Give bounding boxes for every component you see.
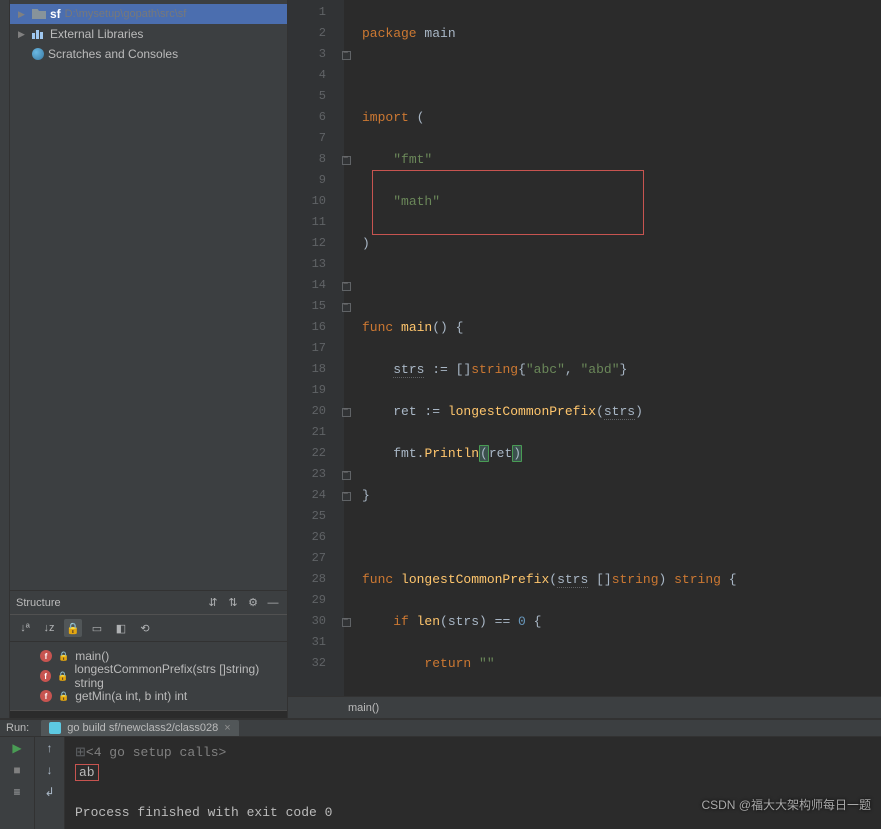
run-icon[interactable]: ▶ (12, 741, 21, 755)
structure-item-label: longestCommonPrefix(strs []string) strin… (75, 662, 280, 690)
lock-icon: 🔒 (58, 651, 69, 662)
scratches-icon (32, 48, 44, 60)
structure-header: Structure ⇵ ⇅ ⚙ — (10, 591, 287, 615)
sort-visibility-icon[interactable]: ↓z (40, 619, 58, 637)
lock-icon: 🔒 (57, 671, 68, 682)
structure-list: f 🔒 main() f 🔒 longestCommonPrefix(strs … (10, 642, 287, 710)
line-gutter[interactable]: 1 2 3 4 5 6 7 8 9 10 11 12 13 14 15 16 1 (288, 0, 344, 696)
run-side-toolbar: ▶ ■ ≡ (0, 737, 35, 829)
gear-icon[interactable]: ⚙ (245, 596, 261, 609)
show-methods-icon[interactable]: ◧ (112, 619, 130, 637)
function-badge-icon: f (40, 650, 52, 662)
left-tool-rail[interactable] (0, 0, 10, 718)
down-icon[interactable]: ↓ (47, 763, 53, 777)
run-tab-label: go build sf/newclass2/class028 (67, 722, 218, 734)
close-icon[interactable]: × (224, 722, 230, 734)
function-badge-icon: f (40, 690, 52, 702)
expand-icon[interactable]: ⇵ (205, 596, 221, 609)
sort-alpha-icon[interactable]: ↓ª (16, 619, 34, 637)
run-side-toolbar2: ↑ ↓ ↲ (35, 737, 65, 829)
collapse-icon[interactable]: ⇅ (225, 596, 241, 609)
run-label: Run: (6, 722, 29, 734)
breadcrumb-item[interactable]: main() (348, 702, 379, 714)
exit-message: Process finished with exit code 0 (75, 805, 332, 820)
lock-icon: 🔒 (58, 691, 69, 702)
tree-item-external-libs[interactable]: ▶ External Libraries (10, 24, 287, 44)
structure-toolbar: ↓ª ↓z 🔒 ▭ ◧ ⟲ (10, 615, 287, 642)
tree-item-scratches[interactable]: Scratches and Consoles (10, 44, 287, 64)
structure-item-label: getMin(a int, b int) int (75, 689, 187, 703)
library-icon (32, 30, 46, 39)
chevron-right-icon[interactable]: ▶ (18, 29, 28, 40)
function-badge-icon: f (40, 670, 51, 682)
wrap-icon[interactable]: ↲ (44, 785, 54, 799)
run-tab[interactable]: go build sf/newclass2/class028 × (41, 720, 238, 736)
project-tree: ▶ sf D:\mysetup\gopath\src\sf ▶ External… (10, 0, 287, 590)
lock-icon[interactable]: 🔒 (64, 619, 82, 637)
structure-item[interactable]: f 🔒 longestCommonPrefix(strs []string) s… (10, 666, 287, 686)
project-path: D:\mysetup\gopath\src\sf (65, 8, 187, 20)
structure-title: Structure (16, 597, 61, 609)
layout-icon[interactable]: ≡ (13, 785, 20, 799)
chevron-right-icon[interactable]: ▶ (18, 9, 28, 20)
project-sidebar: ▶ sf D:\mysetup\gopath\src\sf ▶ External… (10, 0, 288, 718)
breadcrumb-bar[interactable]: main() (288, 696, 881, 718)
stop-icon[interactable]: ■ (13, 763, 20, 777)
autoscroll-icon[interactable]: ⟲ (136, 619, 154, 637)
scrollbar[interactable] (10, 710, 287, 718)
scratches-label: Scratches and Consoles (48, 47, 178, 61)
run-tabs: Run: go build sf/newclass2/class028 × (0, 720, 881, 737)
structure-item-label: main() (75, 649, 109, 663)
output-highlight: ab (75, 764, 99, 781)
external-libs-label: External Libraries (50, 27, 143, 41)
tree-item-project-root[interactable]: ▶ sf D:\mysetup\gopath\src\sf (10, 4, 287, 24)
watermark: CSDN @福大大架构师每日一题 (701, 796, 871, 813)
highlight-box (372, 170, 644, 235)
folder-icon (32, 9, 46, 19)
project-name: sf (50, 7, 61, 21)
go-icon (49, 722, 61, 734)
minimize-icon[interactable]: — (265, 597, 281, 609)
up-icon[interactable]: ↑ (47, 741, 53, 755)
code-content[interactable]: package main import ( "fmt" "math" ) fun… (344, 0, 881, 696)
code-editor[interactable]: 1 2 3 4 5 6 7 8 9 10 11 12 13 14 15 16 1 (288, 0, 881, 718)
run-output[interactable]: ⊞<4 go setup calls> ab Process finished … (65, 737, 881, 829)
show-fields-icon[interactable]: ▭ (88, 619, 106, 637)
structure-panel: Structure ⇵ ⇅ ⚙ — ↓ª ↓z 🔒 ▭ ◧ ⟲ (10, 590, 287, 718)
line-number[interactable]: 1 (288, 2, 326, 23)
